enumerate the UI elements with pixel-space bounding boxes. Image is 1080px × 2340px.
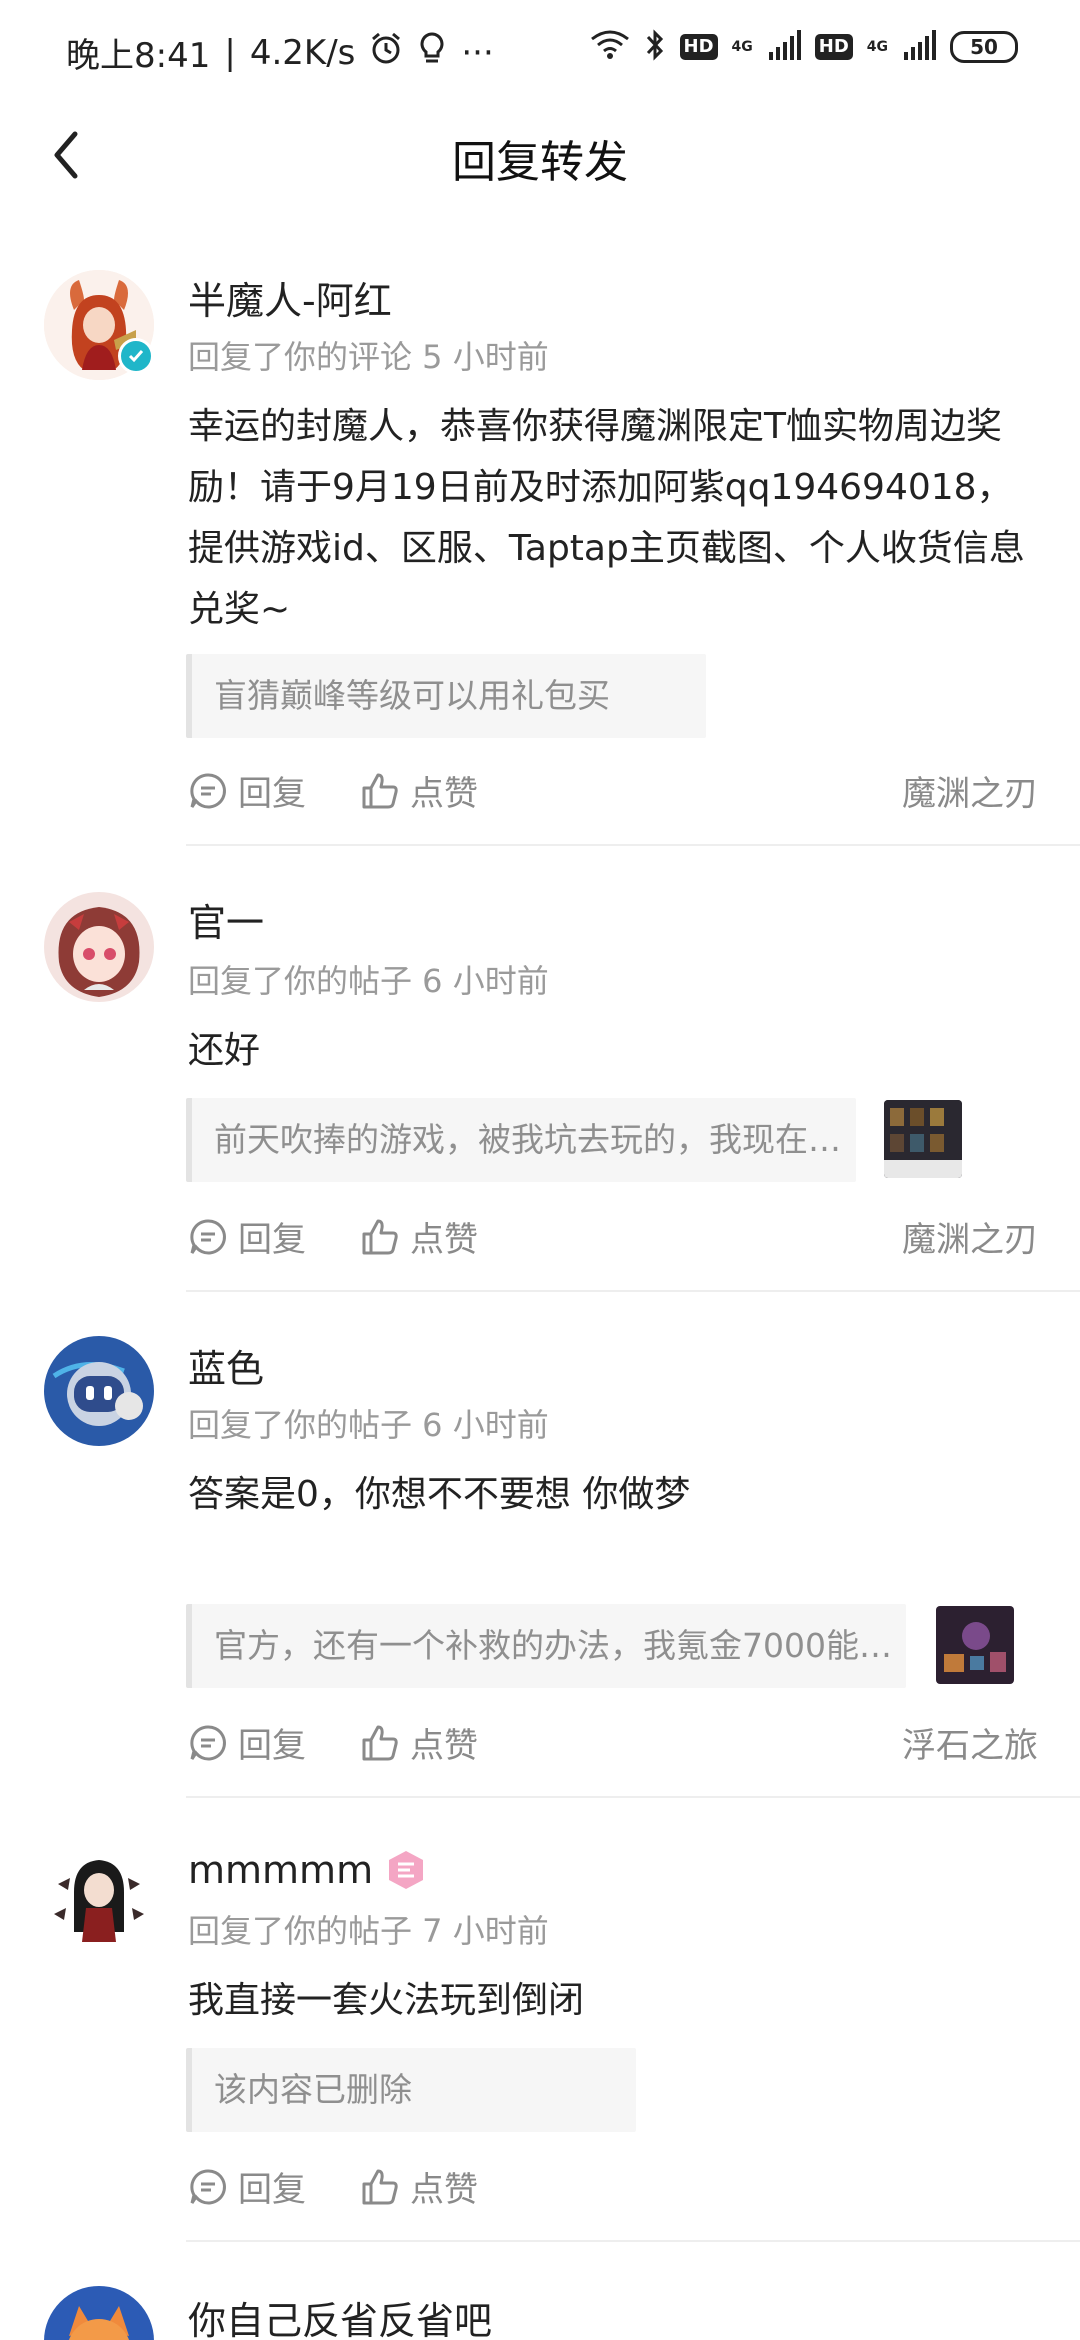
bluetooth-icon [644, 28, 666, 66]
divider [186, 1796, 1080, 1798]
status-separator: | [224, 32, 236, 73]
username-row: 你自己反省反省吧 [188, 2290, 492, 2340]
reply-content[interactable]: 答案是0，你想不不要想 你做梦 [188, 1464, 1028, 1525]
like-label: 点赞 [410, 774, 478, 814]
thumbs-up-icon [362, 2169, 398, 2204]
hd-badge: HD [814, 34, 853, 60]
signal-icon [767, 30, 801, 64]
like-label: 点赞 [410, 2170, 478, 2210]
game-tag[interactable]: 魔渊之刃 [902, 766, 1038, 815]
avatar[interactable] [44, 2286, 154, 2340]
status-time: 晚上8:41 [66, 36, 211, 76]
quoted-comment[interactable]: 盲猜巅峰等级可以用礼包买 [186, 654, 706, 738]
status-right: HD 4G HD 4G 50 [590, 28, 1018, 66]
comment-icon [190, 1724, 226, 1760]
action-bar: 回复 点赞 魔渊之刃 [188, 1212, 1038, 1262]
thumbs-up-icon [362, 773, 398, 808]
status-left: 晚上8:41 | 4.2K/s ··· [66, 28, 494, 77]
alarm-icon [369, 31, 403, 74]
signal-icon [902, 30, 936, 64]
reply-button[interactable]: 回复 [188, 1718, 306, 1767]
reply-content[interactable]: 还好 [188, 1020, 1028, 1081]
reply-meta: 回复了你的帖子 7 小时前 [188, 1912, 549, 1950]
like-button[interactable]: 点赞 [360, 1212, 478, 1261]
reply-content[interactable]: 幸运的封魔人，恭喜你获得魔渊限定T恤实物周边奖励！请于9月19日前及时添加阿紫q… [188, 396, 1028, 640]
battery-indicator: 50 [950, 31, 1018, 63]
avatar[interactable] [44, 1336, 154, 1446]
reply-button[interactable]: 回复 [188, 766, 306, 815]
avatar[interactable] [44, 1842, 154, 1952]
reply-meta: 回复了你的评论 5 小时前 [188, 338, 549, 376]
network-type: 4G [866, 39, 888, 55]
username-row: 蓝色 [188, 1338, 264, 1393]
username[interactable]: 半魔人-阿红 [188, 270, 392, 325]
game-tag[interactable]: 浮石之旅 [902, 1718, 1038, 1767]
status-more: ··· [461, 32, 494, 73]
reply-label: 回复 [238, 774, 306, 814]
verified-badge [118, 338, 154, 374]
username-row: 半魔人-阿红 [188, 270, 392, 325]
wifi-icon [590, 29, 630, 65]
avatar[interactable] [44, 892, 154, 1002]
network-type: 4G [731, 39, 753, 55]
title-bar: 回复转发 [0, 100, 1080, 210]
quoted-post[interactable]: 前天吹捧的游戏，被我坑去玩的，我现在道歉 [186, 1098, 856, 1182]
username[interactable]: 蓝色 [188, 1338, 264, 1393]
username[interactable]: 官一 [188, 892, 264, 947]
reply-button[interactable]: 回复 [188, 1212, 306, 1261]
thumbs-up-icon [362, 1725, 398, 1760]
username-row: mmmmm [188, 1848, 427, 1892]
reply-meta: 回复了你的帖子 6 小时前 [188, 1406, 549, 1444]
like-button[interactable]: 点赞 [360, 1718, 478, 1767]
page-title: 回复转发 [452, 137, 628, 188]
lightbulb-icon [417, 31, 447, 74]
reply-label: 回复 [238, 1726, 306, 1766]
reply-label: 回复 [238, 2170, 306, 2210]
quoted-post: 该内容已删除 [186, 2048, 636, 2132]
action-bar: 回复 点赞 浮石之旅 [188, 1718, 1038, 1768]
reply-button[interactable]: 回复 [188, 2162, 306, 2211]
username-row: 官一 [188, 892, 264, 947]
hd-badge: HD [679, 34, 718, 60]
divider [186, 2240, 1080, 2242]
like-button[interactable]: 点赞 [360, 2162, 478, 2211]
username[interactable]: 你自己反省反省吧 [188, 2290, 492, 2340]
action-bar: 回复 点赞 [188, 2162, 1038, 2212]
reply-meta: 回复了你的帖子 6 小时前 [188, 962, 549, 1000]
comment-icon [190, 1218, 226, 1254]
status-speed: 4.2K/s [249, 32, 356, 73]
post-thumbnail[interactable] [884, 1100, 962, 1178]
reply-content[interactable]: 我直接一套火法玩到倒闭 [188, 1970, 1028, 2031]
level-badge-icon [385, 1849, 427, 1891]
like-label: 点赞 [410, 1726, 478, 1766]
status-bar: 晚上8:41 | 4.2K/s ··· HD 4G HD 4G 50 [0, 0, 1080, 100]
like-button[interactable]: 点赞 [360, 766, 478, 815]
username[interactable]: mmmmm [188, 1848, 373, 1892]
post-thumbnail[interactable] [936, 1606, 1014, 1684]
comment-icon [190, 2168, 226, 2204]
reply-label: 回复 [238, 1220, 306, 1260]
action-bar: 回复 点赞 魔渊之刃 [188, 766, 1038, 816]
thumbs-up-icon [362, 1219, 398, 1254]
divider [186, 1290, 1080, 1292]
quoted-post[interactable]: 官方，还有一个补救的办法，我氪金7000能不... [186, 1604, 906, 1688]
like-label: 点赞 [410, 1220, 478, 1260]
game-tag[interactable]: 魔渊之刃 [902, 1212, 1038, 1261]
divider [186, 844, 1080, 846]
comment-icon [190, 772, 226, 808]
